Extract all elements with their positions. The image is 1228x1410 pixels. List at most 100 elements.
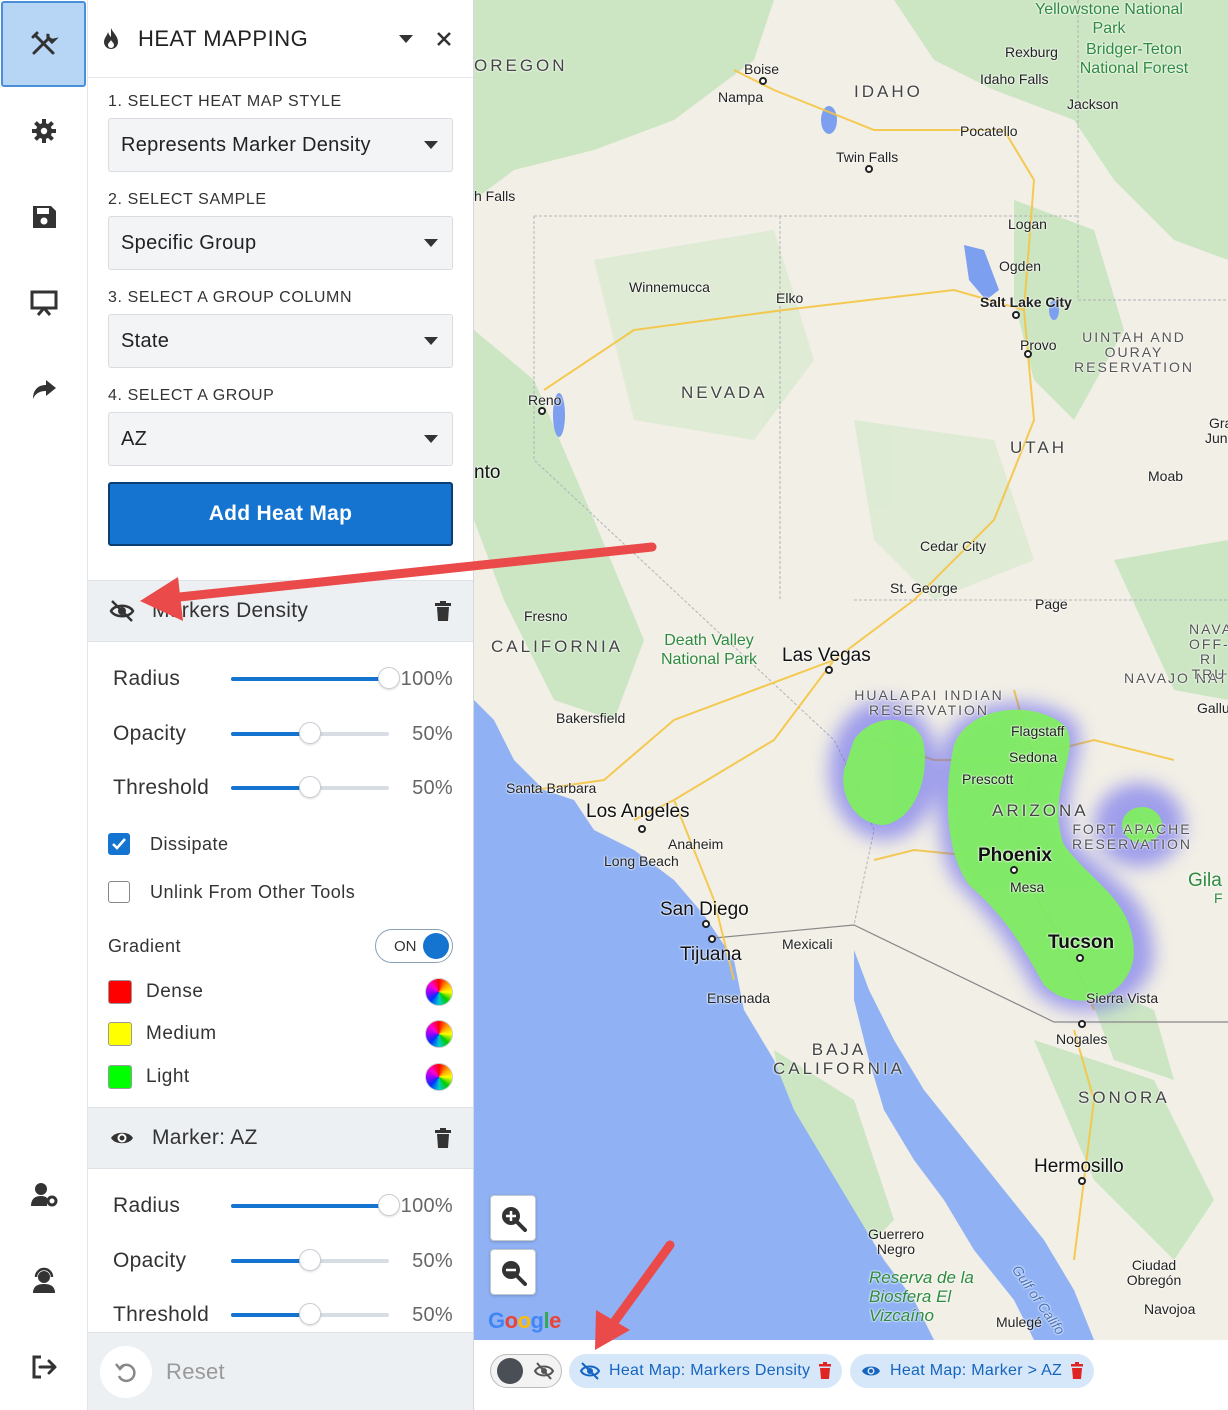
zoom-in-icon [502,1207,527,1232]
city-label: Idaho Falls [980,71,1049,87]
color-swatch[interactable] [108,1065,132,1089]
share-button[interactable] [0,346,87,432]
city-label: Pocatello [960,123,1018,139]
eye-icon[interactable] [108,1124,136,1152]
chevron-down-icon [399,34,413,43]
city-marker [638,825,646,833]
city-label: San Diego [660,899,749,920]
threshold-slider[interactable] [231,1303,389,1325]
gradient-color-light: Light [108,1063,453,1091]
city-label: Mexicali [782,936,833,952]
city-label: Gra [1209,415,1228,431]
city-label: Ensenada [707,990,771,1006]
map-view[interactable]: OREGON IDAHO NEVADA UTAH CALIFORNIA ARIZ… [474,0,1228,1340]
map-label-state: OREGON [474,56,568,75]
unlink-label: Unlink From Other Tools [150,881,356,902]
city-marker [702,920,710,928]
eye-icon[interactable] [860,1361,882,1381]
toggle-knob [423,933,449,959]
user-gear-icon [30,1183,57,1207]
dissipate-checkbox[interactable] [108,833,130,855]
collapse-button[interactable] [395,28,417,50]
slider-handle[interactable] [378,667,400,689]
trash-icon[interactable] [818,1362,832,1380]
opacity-slider-row: Opacity 50% [113,719,453,749]
trash-icon[interactable] [433,600,453,622]
city-label: Tucson [1048,932,1115,953]
opacity-slider-row: Opacity 50% [113,1246,453,1276]
zoom-out-button[interactable] [490,1249,536,1295]
sample-select[interactable]: Specific Group [108,216,453,270]
city-label: Elko [776,290,804,306]
city-marker [825,666,833,674]
gradient-toggle[interactable]: ON [375,929,453,963]
support-button[interactable] [0,1238,87,1324]
opacity-slider[interactable] [231,1249,389,1271]
slider-handle[interactable] [299,1249,321,1271]
city-label: Logan [1008,216,1047,232]
reset-button[interactable] [100,1345,152,1398]
city-label: Rexburg [1005,44,1058,60]
presentation-icon [30,290,57,316]
slider-label: Radius [113,1194,181,1217]
color-wheel-icon[interactable] [425,1020,453,1048]
opacity-slider[interactable] [231,722,389,744]
zoom-out-icon [502,1261,527,1286]
reset-label[interactable]: Reset [166,1359,225,1385]
city-marker [538,407,546,415]
eye-slash-icon[interactable] [108,597,136,625]
group-select[interactable]: AZ [108,412,453,466]
step-2-label: 2. SELECT SAMPLE [108,191,267,208]
dissipate-label: Dissipate [150,833,229,854]
share-arrow-icon [32,380,56,399]
save-button[interactable] [0,174,87,260]
group-column-select[interactable]: State [108,314,453,368]
zoom-in-button[interactable] [490,1195,536,1241]
add-heat-map-button[interactable]: Add Heat Map [108,482,453,546]
slider-handle[interactable] [378,1194,400,1216]
heat-map-style-select[interactable]: Represents Marker Density [108,118,453,172]
map-label-state: ARIZONA [992,801,1089,820]
radius-slider[interactable] [231,1194,400,1216]
threshold-slider[interactable] [231,776,389,798]
user-settings-button[interactable] [0,1152,87,1238]
google-logo: Google [488,1308,561,1333]
map-background [474,0,1228,1340]
headset-icon [32,1267,55,1293]
color-swatch[interactable] [108,1022,132,1046]
logout-button[interactable] [0,1324,87,1410]
chevron-down-icon [424,141,438,149]
layer-chip-markers-density[interactable]: Heat Map: Markers Density [569,1354,843,1388]
layer-chip-marker-az[interactable]: Heat Map: Marker > AZ [850,1354,1095,1388]
heat-mapping-panel: HEAT MAPPING 1. SELECT HEAT MAP STYLE Re… [88,0,474,1410]
settings-button[interactable] [0,88,87,174]
gear-icon [31,119,56,143]
color-swatch[interactable] [108,980,132,1004]
slider-handle[interactable] [299,1303,321,1325]
slider-value: 50% [412,776,453,799]
trash-icon[interactable] [1070,1362,1084,1380]
trash-icon[interactable] [433,1127,453,1149]
map-label-state: BAJA CALIFORNIA [772,1040,906,1078]
chip-label: Heat Map: Marker > AZ [890,1362,1063,1379]
eye-slash-icon[interactable] [579,1361,601,1381]
close-button[interactable] [433,28,455,50]
sample-value: Specific Group [121,231,257,254]
group-column-value: State [121,329,170,352]
tools-button[interactable] [1,1,86,87]
layer-header-marker-az: Marker: AZ [88,1107,473,1169]
city-label: Las Vegas [782,645,871,666]
radius-slider[interactable] [231,667,400,689]
reset-bar: Reset [88,1332,473,1410]
layer-header-markers-density: Markers Density [88,580,473,642]
heat-map-style-value: Represents Marker Density [121,133,371,156]
radius-slider-row: Radius 100% [113,664,453,694]
map-label-state: NEVADA [681,383,768,402]
slider-handle[interactable] [299,722,321,744]
layers-visibility-toggle[interactable] [490,1354,562,1388]
color-wheel-icon[interactable] [425,1063,453,1091]
presentation-button[interactable] [0,260,87,346]
slider-handle[interactable] [299,776,321,798]
unlink-checkbox[interactable] [108,881,130,903]
color-wheel-icon[interactable] [425,978,453,1006]
